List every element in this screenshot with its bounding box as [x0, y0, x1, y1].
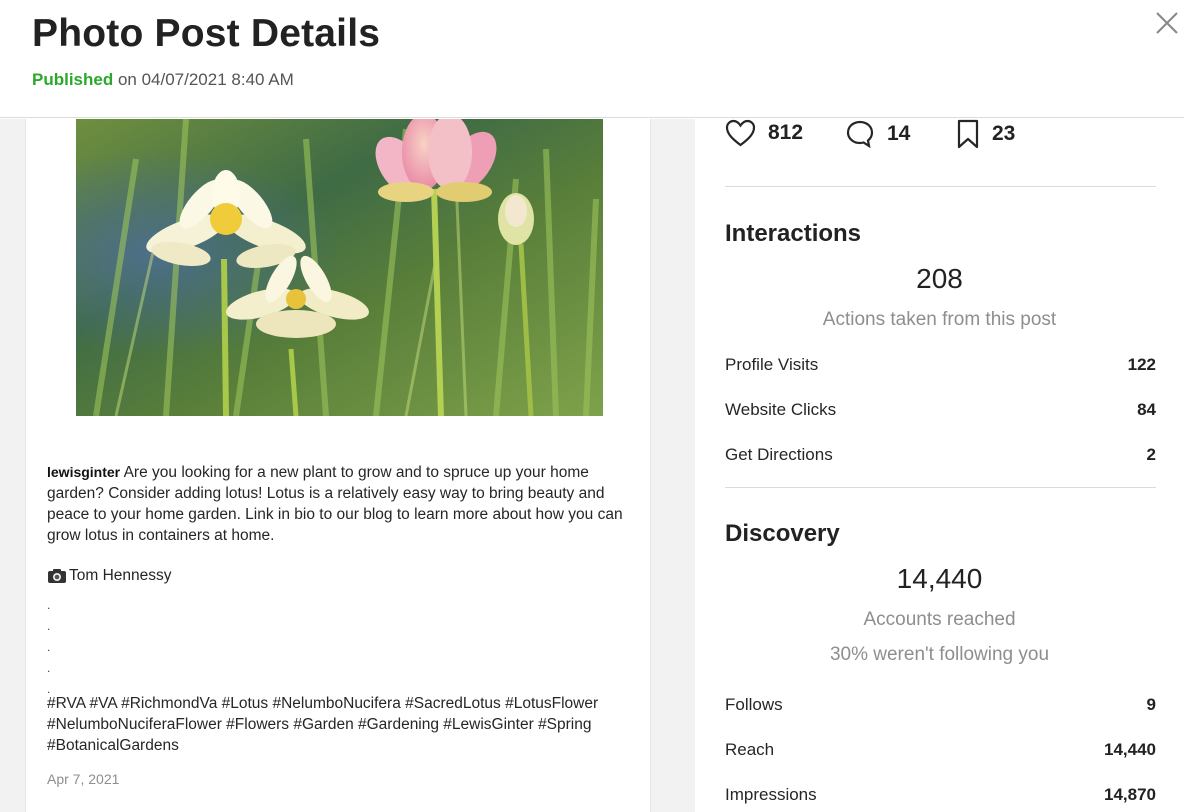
metric-row-reach: Reach 14,440	[725, 740, 1156, 760]
engagement-bar: 812 14 23	[725, 119, 1156, 187]
close-icon	[1156, 12, 1178, 34]
metric-label: Profile Visits	[725, 355, 819, 374]
metric-value: 14,440	[1104, 740, 1156, 759]
likes-count: 812	[768, 121, 804, 144]
metric-label: Follows	[725, 695, 783, 714]
post-date: Apr 7, 2021	[47, 771, 120, 787]
comments-count: 14	[887, 122, 911, 145]
caption-dot: .	[47, 619, 51, 633]
caption-dot: .	[47, 640, 51, 654]
likes-stat: 812	[725, 119, 803, 147]
metric-value: 122	[1127, 355, 1156, 374]
camera-icon	[48, 569, 66, 583]
saves-stat: 23	[956, 119, 1015, 149]
modal-header: Photo Post Details Published on 04/07/20…	[0, 0, 1184, 118]
metric-value: 9	[1146, 695, 1156, 714]
caption-text: Are you looking for a new plant to grow …	[47, 464, 623, 544]
saves-count: 23	[992, 122, 1016, 145]
discovery-title: Discovery	[725, 520, 840, 547]
metric-value: 2	[1146, 445, 1156, 464]
interactions-title: Interactions	[725, 220, 862, 247]
status-label: Published	[32, 70, 114, 89]
metric-label: Website Clicks	[725, 400, 837, 419]
post-username[interactable]: lewisginter	[47, 464, 120, 480]
publish-info: Published on 04/07/2021 8:40 AM	[32, 70, 294, 90]
post-caption: lewisginter Are you looking for a new pl…	[47, 462, 647, 546]
bookmark-icon	[957, 119, 979, 149]
interactions-description: Actions taken from this post	[822, 309, 1057, 330]
discovery-note: 30% weren't following you	[829, 644, 1050, 665]
caption-dot: .	[47, 598, 51, 612]
metric-row-follows: Follows 9	[725, 695, 1156, 715]
caption-dots: . . . . .	[47, 595, 67, 700]
post-photo	[76, 119, 603, 416]
page-title: Photo Post Details	[32, 12, 381, 55]
insights-panel: 812 14 23 Interactions 208 Actions taken…	[695, 119, 1184, 812]
post-card: lewisginter Are you looking for a new pl…	[25, 119, 651, 812]
metric-value: 14,870	[1104, 785, 1156, 804]
metric-label: Impressions	[725, 785, 817, 804]
lotus-photo-image	[76, 119, 603, 416]
metric-label: Get Directions	[725, 445, 833, 464]
metric-row-website-clicks: Website Clicks 84	[725, 400, 1156, 420]
comments-stat: 14	[845, 119, 910, 149]
section-divider	[725, 487, 1156, 488]
credit-name: Tom Hennessy	[69, 567, 172, 584]
publish-date: on 04/07/2021 8:40 AM	[113, 70, 294, 89]
discovery-description: Accounts reached	[863, 609, 1016, 630]
interactions-total: 208	[916, 263, 963, 294]
post-hashtags: #RVA #VA #RichmondVa #Lotus #NelumboNuci…	[47, 695, 599, 754]
heart-icon	[725, 119, 756, 147]
modal-body: lewisginter Are you looking for a new pl…	[0, 119, 1184, 812]
close-button[interactable]	[1152, 8, 1182, 38]
metric-row-profile-visits: Profile Visits 122	[725, 355, 1156, 375]
comment-icon	[846, 120, 874, 149]
photo-credit: Tom Hennessy	[47, 567, 172, 585]
metric-row-impressions: Impressions 14,870	[725, 785, 1156, 805]
caption-dot: .	[47, 661, 51, 675]
discovery-total: 14,440	[896, 563, 983, 594]
metric-row-get-directions: Get Directions 2	[725, 445, 1156, 465]
metric-value: 84	[1137, 400, 1156, 419]
metric-label: Reach	[725, 740, 775, 759]
